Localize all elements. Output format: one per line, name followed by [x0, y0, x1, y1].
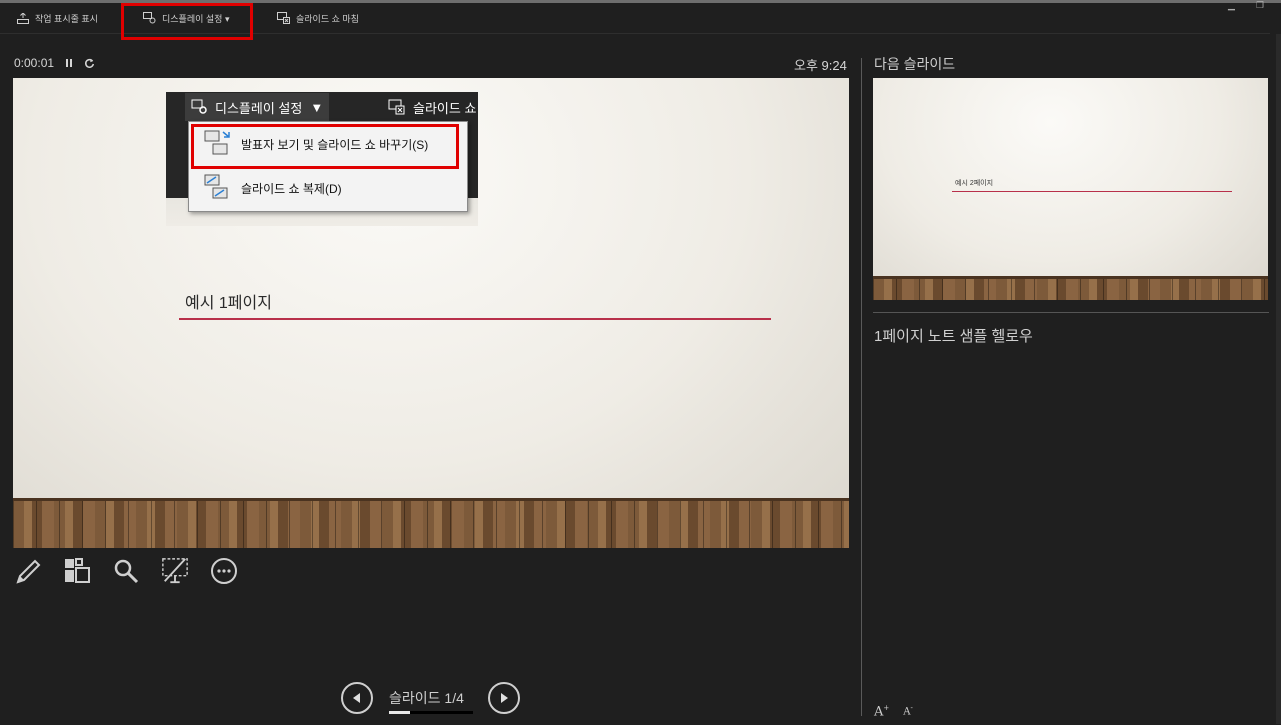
prev-arrow-icon [353, 693, 360, 703]
slide-progress-bar [389, 711, 473, 714]
embedded-end-show-button: 슬라이드 쇼 [388, 93, 476, 121]
see-all-slides-icon [65, 558, 90, 583]
display-settings-highlight [121, 3, 253, 40]
embedded-end-show-label: 슬라이드 쇼 [413, 100, 477, 116]
embedded-display-settings-button: 디스플레이 설정 ▼ [185, 93, 330, 121]
notes-divider[interactable] [873, 312, 1269, 313]
end-slide-show-label: 슬라이드 쇼 마침 [296, 13, 359, 24]
duplicate-slide-show-item[interactable]: 슬라이드 쇼 복제(D) [203, 173, 342, 203]
duplicate-displays-icon [204, 174, 228, 199]
display-settings-icon [191, 99, 207, 114]
chevron-down-icon: ▼ [310, 99, 324, 115]
notes-font-controls: A+ A- [874, 704, 913, 719]
speaker-notes[interactable]: 1페이지 노트 샘플 헬로우 [874, 325, 1033, 346]
decrease-font-label: A [903, 706, 911, 718]
embedded-display-settings-label: 디스플레이 설정 [215, 100, 303, 116]
display-settings-dropdown: 발표자 보기 및 슬라이드 쇼 바꾸기(S) 슬라이드 쇼 복제(D) [188, 121, 468, 212]
zoom-button[interactable] [112, 556, 140, 586]
slide-title: 예시 1페이지 [185, 295, 272, 312]
zoom-icon [114, 559, 139, 584]
increase-font-button[interactable]: A+ [874, 704, 889, 719]
pen-tool-button[interactable] [14, 556, 42, 586]
more-options-button[interactable] [210, 556, 238, 586]
next-slide-button[interactable] [488, 682, 520, 714]
more-options-icon [211, 558, 237, 584]
see-all-slides-button[interactable] [63, 556, 91, 586]
next-slide-thumbnail[interactable]: 예시 2페이지 [873, 78, 1268, 300]
show-taskbar-button[interactable]: 작업 표시줄 표시 [17, 9, 98, 27]
current-slide[interactable]: 디스플레이 설정 ▼ 슬라이드 쇼 발표자 보기 및 슬라이드 쇼 바꾸기(S) [13, 78, 849, 548]
timer-bar: 0:00:01 [14, 56, 95, 70]
duplicate-slide-show-label: 슬라이드 쇼 복제(D) [241, 181, 342, 196]
pane-divider[interactable] [861, 58, 862, 716]
decrease-font-button[interactable]: A- [903, 704, 913, 719]
wood-floor [13, 498, 849, 548]
black-screen-icon [162, 558, 188, 584]
show-taskbar-label: 작업 표시줄 표시 [35, 13, 98, 24]
increase-font-label: A [874, 704, 884, 720]
black-screen-button[interactable] [161, 556, 189, 586]
elapsed-time: 0:00:01 [14, 56, 55, 70]
slide-progress-fill [389, 711, 410, 714]
next-slide-label: 다음 슬라이드 [874, 56, 956, 72]
next-slide-title: 예시 2페이지 [955, 180, 994, 187]
slide-title-underline [179, 318, 771, 320]
end-slide-show-button[interactable]: 슬라이드 쇼 마침 [277, 9, 359, 27]
next-arrow-icon [501, 693, 508, 703]
presenter-tools [14, 556, 238, 586]
next-slide-underline [952, 191, 1232, 192]
previous-slide-button[interactable] [341, 682, 373, 714]
pen-icon [16, 559, 41, 584]
end-show-icon [388, 99, 405, 115]
taskbar-icon [17, 12, 29, 24]
wood-floor [873, 276, 1268, 300]
slide-navigation: 슬라이드 1/4 [340, 682, 522, 716]
clock: 오후 9:24 [794, 58, 847, 73]
end-show-icon [277, 12, 290, 24]
notes-scrollbar[interactable] [1276, 34, 1281, 724]
pause-icon[interactable] [64, 58, 74, 68]
restart-icon[interactable] [84, 58, 95, 69]
swap-item-highlight [191, 124, 459, 169]
slide-counter: 슬라이드 1/4 [389, 690, 464, 706]
